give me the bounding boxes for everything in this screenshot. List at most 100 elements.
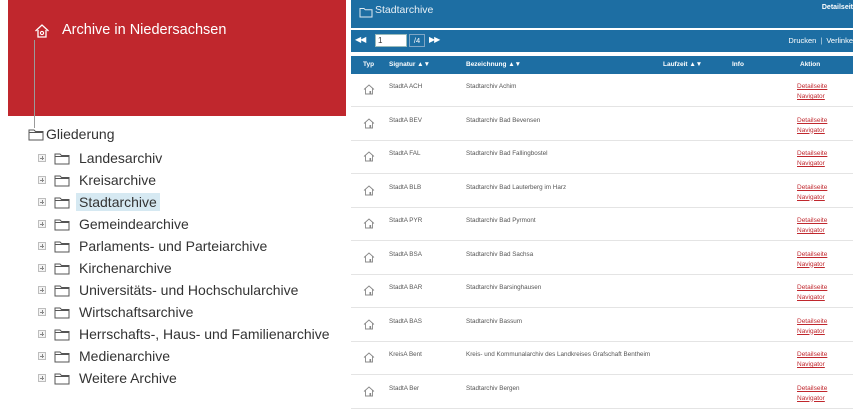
folder-icon xyxy=(54,284,70,297)
expand-icon[interactable] xyxy=(38,220,46,228)
tree-item[interactable]: Gemeindearchive xyxy=(38,214,192,234)
tree-item[interactable]: Herrschafts-, Haus- und Familienarchive xyxy=(38,324,333,344)
detailseite-link[interactable]: Detailseite xyxy=(797,82,827,92)
expand-icon[interactable] xyxy=(38,308,46,316)
expand-icon[interactable] xyxy=(38,242,46,250)
navigator-link[interactable]: Navigator xyxy=(797,394,827,404)
navigator-link[interactable]: Navigator xyxy=(797,327,827,337)
detailseite-link[interactable]: Detailseite xyxy=(797,116,827,126)
folder-icon xyxy=(28,128,44,141)
folder-icon xyxy=(54,350,70,363)
row-bezeichnung: Kreis- und Kommunalarchiv des Landkreise… xyxy=(466,351,651,358)
table-row: StadtA Ber Stadtarchiv Bergen Detailseite N… xyxy=(351,376,853,409)
navigator-link[interactable]: Navigator xyxy=(797,159,827,169)
tree-root[interactable]: Gliederung xyxy=(28,124,115,144)
detailseite-link[interactable]: Detailseite xyxy=(797,183,827,193)
page-input[interactable]: 1 xyxy=(375,34,407,47)
row-actions: Detailseite Navigator xyxy=(797,216,827,236)
tree-item[interactable]: Stadtarchive xyxy=(38,192,160,212)
prev-page-icon[interactable]: ◀◀ xyxy=(355,35,366,44)
folder-icon xyxy=(54,196,70,209)
tree-item[interactable]: Universitäts- und Hochschularchive xyxy=(38,280,301,300)
folder-icon xyxy=(54,306,70,319)
house-icon xyxy=(34,23,50,39)
tree-item[interactable]: Wirtschaftsarchive xyxy=(38,302,196,322)
tree-item-label: Kirchenarchive xyxy=(79,260,172,276)
detailseite-link[interactable]: Detailseite xyxy=(797,350,827,360)
print-link[interactable]: Drucken xyxy=(788,36,816,45)
tree-item-label: Medienarchive xyxy=(79,348,171,364)
folder-icon xyxy=(54,218,70,231)
tree-item[interactable]: Medienarchive xyxy=(38,346,173,366)
navigator-link[interactable]: Navigator xyxy=(797,126,827,136)
row-signatur: StadtA PYR xyxy=(389,217,423,224)
archive-house-icon xyxy=(363,285,375,298)
row-actions: Detailseite Navigator xyxy=(797,384,827,404)
tree-item-label: Herrschafts-, Haus- und Familienarchive xyxy=(79,326,330,342)
row-actions: Detailseite Navigator xyxy=(797,317,827,337)
detail-link[interactable]: Detailseit xyxy=(822,4,853,11)
expand-icon[interactable] xyxy=(38,374,46,382)
table-row: StadtA FAL Stadtarchiv Bad Fallingbostel D… xyxy=(351,141,853,174)
col-laufzeit[interactable]: Laufzeit ▲▼ xyxy=(663,61,702,68)
col-typ: Typ xyxy=(363,61,375,68)
col-signatur[interactable]: Signatur ▲▼ xyxy=(389,61,430,68)
site-title[interactable]: Archive in Niedersachsen xyxy=(62,22,226,38)
row-bezeichnung: Stadtarchiv Bergen xyxy=(466,384,520,392)
navigator-link[interactable]: Navigator xyxy=(797,260,827,270)
next-page-icon[interactable]: ▶▶ xyxy=(429,35,440,44)
row-actions: Detailseite Navigator xyxy=(797,149,827,169)
results-title: Stadtarchive xyxy=(375,4,434,16)
row-actions: Detailseite Navigator xyxy=(797,82,827,102)
row-actions: Detailseite Navigator xyxy=(797,183,827,203)
archive-house-icon xyxy=(363,151,375,164)
navigator-link[interactable]: Navigator xyxy=(797,360,827,370)
row-actions: Detailseite Navigator xyxy=(797,116,827,136)
detailseite-link[interactable]: Detailseite xyxy=(797,317,827,327)
row-signatur: StadtA BAR xyxy=(389,284,423,291)
detailseite-link[interactable]: Detailseite xyxy=(797,149,827,159)
tree-connector xyxy=(34,40,35,128)
tree-item-label: Wirtschaftsarchive xyxy=(79,304,194,320)
archive-house-icon xyxy=(363,385,375,399)
navigator-link[interactable]: Navigator xyxy=(797,193,827,203)
navigator-link[interactable]: Navigator xyxy=(797,226,827,236)
row-actions: Detailseite Navigator xyxy=(797,350,827,370)
row-bezeichnung: Stadtarchiv Bassum xyxy=(466,317,522,325)
navigator-link[interactable]: Navigator xyxy=(797,92,827,102)
expand-icon[interactable] xyxy=(38,286,46,294)
archive-house-icon xyxy=(363,84,375,97)
archive-house-icon xyxy=(363,251,375,265)
tree-item[interactable]: Landesarchiv xyxy=(38,148,165,168)
folder-icon xyxy=(54,372,70,385)
expand-icon[interactable] xyxy=(38,330,46,338)
table-row: StadtA BSA Stadtarchiv Bad Sachsa Detailse… xyxy=(351,242,853,275)
expand-icon[interactable] xyxy=(38,176,46,184)
folder-icon xyxy=(54,328,70,341)
col-info: Info xyxy=(732,61,744,68)
row-signatur: StadtA BSA xyxy=(389,250,422,258)
detailseite-link[interactable]: Detailseite xyxy=(797,250,827,260)
link-link[interactable]: Verlinke xyxy=(826,36,853,45)
tree-item-label: Parlaments- und Parteiarchive xyxy=(79,238,268,254)
tree-item-label: Kreisarchive xyxy=(79,172,157,188)
detailseite-link[interactable]: Detailseite xyxy=(797,283,827,293)
detailseite-link[interactable]: Detailseite xyxy=(797,384,827,394)
expand-icon[interactable] xyxy=(38,352,46,360)
row-signatur: StadtA FAL xyxy=(389,150,421,157)
col-bezeichnung[interactable]: Bezeichnung ▲▼ xyxy=(466,61,521,68)
folder-icon xyxy=(54,152,70,165)
row-signatur: KreisA Bent xyxy=(389,351,422,358)
navigator-link[interactable]: Navigator xyxy=(797,293,827,303)
expand-icon[interactable] xyxy=(38,154,46,162)
tree-item[interactable]: Weitere Archive xyxy=(38,368,180,388)
tree-item[interactable]: Parlaments- und Parteiarchive xyxy=(38,236,270,256)
detailseite-link[interactable]: Detailseite xyxy=(797,216,827,226)
page-total: /4 xyxy=(409,34,425,47)
expand-icon[interactable] xyxy=(38,264,46,272)
tree-item[interactable]: Kirchenarchive xyxy=(38,258,175,278)
tree-item[interactable]: Kreisarchive xyxy=(38,170,159,190)
expand-icon[interactable] xyxy=(38,198,46,206)
results-panel: Stadtarchive Detailseit ◀◀ 1 /4 ▶▶ Druck… xyxy=(351,0,853,420)
tree-item-label: Landesarchiv xyxy=(79,150,163,166)
